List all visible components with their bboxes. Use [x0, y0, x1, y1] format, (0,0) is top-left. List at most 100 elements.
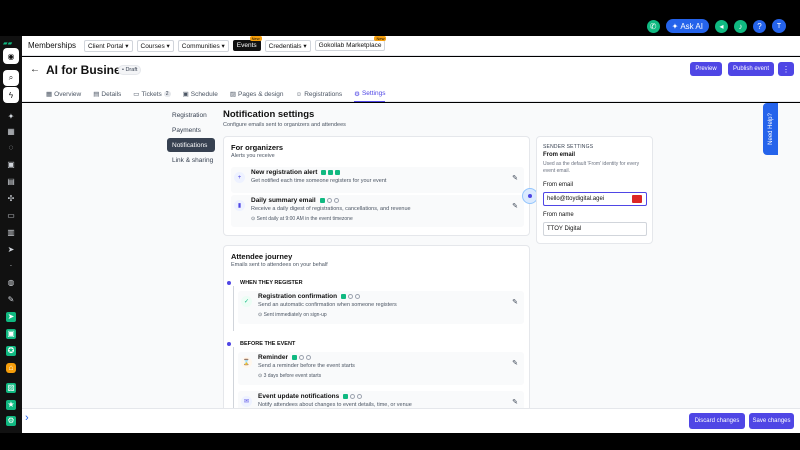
- new-badge: New: [249, 36, 262, 41]
- sparkle-nav-icon[interactable]: ✦: [6, 112, 16, 122]
- settings-nav-registration[interactable]: Registration: [167, 108, 215, 122]
- notification-timing: ⊙ Sent daily at 9:00 AM in the event tim…: [251, 216, 353, 222]
- settings-nav-notifications[interactable]: Notifications: [167, 138, 215, 152]
- tab-details[interactable]: ▤ Details: [93, 86, 121, 102]
- whatsapp-icon: [354, 293, 360, 299]
- notification-name: Daily summary email: [251, 197, 339, 204]
- chevron-right-icon[interactable]: ›: [25, 412, 29, 424]
- notification-name: Reminder: [258, 354, 311, 361]
- phone-icon[interactable]: ✆: [646, 19, 660, 33]
- calendar-icon: ▣: [182, 91, 189, 98]
- from-name-field[interactable]: TTOY Digital: [543, 222, 647, 236]
- email-icon: [340, 293, 346, 299]
- more-options-button[interactable]: ⋮: [778, 62, 794, 76]
- memberships-icon[interactable]: ⌂: [6, 363, 16, 373]
- gear-icon: ⚙: [354, 90, 360, 98]
- dashboard-icon[interactable]: ▦: [6, 127, 16, 137]
- nav-marketplace[interactable]: Gokollab Marketplace New: [314, 36, 387, 51]
- status-badge: • Draft: [118, 65, 142, 75]
- sender-heading: SENDER SETTINGS: [543, 144, 594, 150]
- nav-communities[interactable]: Communities ▾: [177, 39, 229, 52]
- tools-icon[interactable]: ✎: [6, 295, 16, 305]
- need-help-button[interactable]: Need Help?: [763, 103, 778, 155]
- list-item: ✉ Event update notifications Notify atte…: [238, 391, 524, 408]
- notification-timing: ⊙ 3 days before event starts: [258, 373, 322, 379]
- whatsapp-icon: [333, 197, 339, 203]
- cursor-dot: [528, 194, 532, 198]
- chart-icon: ▮: [234, 200, 245, 211]
- extension-icon: [632, 195, 642, 203]
- settings-nav-payments[interactable]: Payments: [167, 123, 215, 137]
- notification-desc: Receive a daily digest of registrations,…: [251, 206, 411, 212]
- sms-icon: [328, 169, 334, 175]
- ask-ai-label: Ask AI: [680, 21, 703, 31]
- star-icon[interactable]: ★: [6, 400, 16, 410]
- search-icon[interactable]: ⌕: [3, 70, 19, 86]
- marketing-icon[interactable]: ➤: [6, 312, 16, 322]
- tab-pages-design[interactable]: ▨ Pages & design: [230, 86, 284, 102]
- media-icon[interactable]: ▣: [6, 329, 16, 339]
- edit-icon[interactable]: ✎: [512, 298, 518, 306]
- globe-icon[interactable]: ◍: [6, 278, 16, 288]
- separator-icon: ·: [9, 261, 13, 270]
- phase-dot: [227, 342, 231, 346]
- nav-label: Communities ▾: [181, 42, 225, 50]
- phase-before-event: BEFORE THE EVENT: [227, 341, 295, 347]
- list-item: ⌛ Reminder Send a reminder before the ev…: [238, 352, 524, 385]
- edit-icon[interactable]: ✎: [512, 398, 518, 406]
- lightning-icon[interactable]: ϟ: [3, 87, 19, 103]
- preview-button[interactable]: Preview: [690, 62, 722, 76]
- avatar[interactable]: T: [772, 19, 786, 33]
- account-switcher-icon[interactable]: ◉: [3, 48, 19, 64]
- calendar-icon[interactable]: ▣: [6, 160, 16, 170]
- tab-schedule[interactable]: ▣ Schedule: [183, 86, 218, 102]
- save-changes-button[interactable]: Save changes: [749, 413, 794, 429]
- from-name-label: From name: [543, 212, 574, 218]
- nav-credentials[interactable]: Credentials ▾: [264, 39, 311, 52]
- nav-client-portal[interactable]: Client Portal ▾: [84, 39, 133, 52]
- footer-bar: › Discard changes Save changes: [22, 408, 800, 433]
- tab-registrations[interactable]: ☺ Registrations: [296, 86, 343, 102]
- flow-icon[interactable]: ✣: [6, 194, 16, 204]
- help-icon[interactable]: ?: [753, 19, 766, 33]
- whatsapp-icon: [357, 393, 363, 399]
- tab-label: Tickets: [141, 90, 162, 98]
- main-content: Registration Payments Notifications Link…: [22, 103, 800, 408]
- tab-tickets[interactable]: ▭ Tickets 2: [133, 86, 171, 102]
- edit-icon[interactable]: ✎: [512, 202, 518, 210]
- section-subtitle: Configure emails sent to organizers and …: [223, 122, 346, 128]
- attendee-subtitle: Emails sent to attendees on your behalf: [231, 262, 328, 268]
- settings-nav-link-sharing[interactable]: Link & sharing: [167, 153, 215, 167]
- publish-event-button[interactable]: Publish event: [728, 62, 774, 76]
- edit-icon[interactable]: ✎: [512, 174, 518, 182]
- from-email-label: From email: [543, 182, 574, 188]
- grid-nav-icon[interactable]: ▥: [6, 228, 16, 238]
- tab-overview[interactable]: ▦ Overview: [46, 86, 81, 102]
- payments-icon[interactable]: ▭: [6, 211, 16, 221]
- reputation-icon[interactable]: ✪: [6, 346, 16, 356]
- notification-name-text: Registration confirmation: [258, 293, 338, 300]
- discard-changes-button[interactable]: Discard changes: [689, 413, 745, 429]
- image-icon: ▨: [229, 91, 236, 98]
- timeline-line: [233, 286, 234, 331]
- edit-icon[interactable]: ✎: [512, 359, 518, 367]
- app-title: Memberships: [28, 41, 77, 50]
- image-icon[interactable]: ▨: [6, 383, 16, 393]
- megaphone-icon[interactable]: ◂: [715, 19, 728, 33]
- contacts-icon[interactable]: ▤: [6, 177, 16, 187]
- settings-nav: Registration Payments Notifications Link…: [167, 108, 215, 168]
- back-arrow-icon[interactable]: ←: [30, 64, 40, 75]
- people-icon: ☺: [295, 90, 303, 98]
- settings-icon[interactable]: ⚙: [6, 416, 16, 426]
- nav-courses[interactable]: Courses ▾: [136, 39, 174, 52]
- from-email-field[interactable]: hello@ttoydigital.agei: [543, 192, 647, 206]
- nav-events[interactable]: Events New: [232, 36, 262, 51]
- tab-settings[interactable]: ⚙ Settings: [354, 86, 386, 102]
- chat-icon[interactable]: ◌: [6, 143, 16, 153]
- send-icon[interactable]: ➤: [6, 245, 16, 255]
- organizers-subtitle: Alerts you receive: [231, 153, 275, 159]
- top-bar: ✆ ✦ Ask AI ◂ ♪ ? T: [0, 0, 800, 36]
- organizers-card: For organizers Alerts you receive + New …: [223, 136, 530, 236]
- bell-icon[interactable]: ♪: [734, 19, 747, 33]
- ask-ai-button[interactable]: ✦ Ask AI: [665, 19, 709, 33]
